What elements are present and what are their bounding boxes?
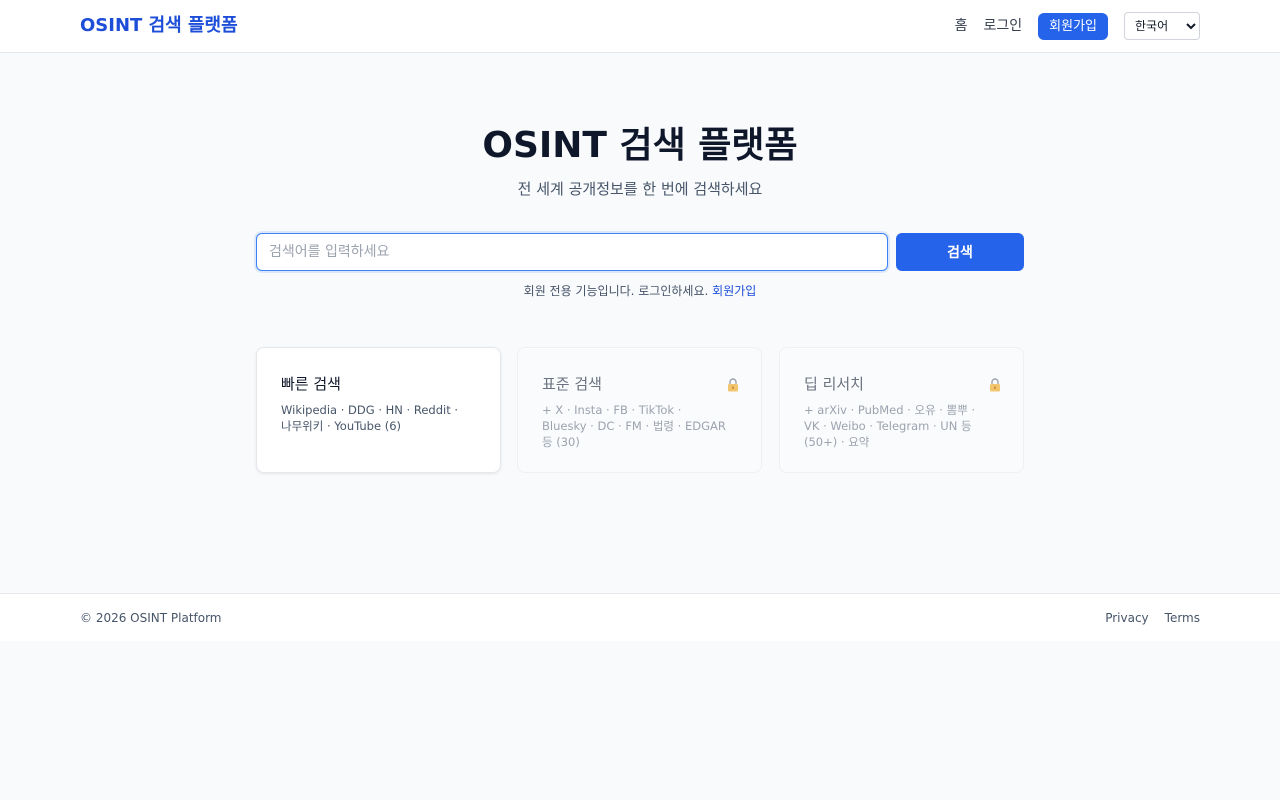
page-footer: © 2026 OSINT Platform Privacy Terms xyxy=(0,593,1280,641)
top-nav: 홈 로그인 회원가입 한국어 xyxy=(955,12,1200,40)
notice-text: 회원 전용 기능입니다. 로그인하세요. xyxy=(523,284,709,298)
copyright-text: © 2026 OSINT Platform xyxy=(80,611,222,625)
footer-links: Privacy Terms xyxy=(1089,609,1200,627)
card-quick-search[interactable]: 빠른 검색 Wikipedia · DDG · HN · Reddit · 나무… xyxy=(256,347,501,473)
lock-icon xyxy=(990,378,1000,392)
card-title: 딥 리서치 xyxy=(804,375,864,393)
nav-home-link[interactable]: 홈 xyxy=(955,12,968,40)
notice-signup-link[interactable]: 회원가입 xyxy=(712,284,756,298)
page-subtitle: 전 세계 공개정보를 한 번에 검색하세요 xyxy=(517,180,763,198)
card-title: 표준 검색 xyxy=(542,375,602,393)
nav-login-link[interactable]: 로그인 xyxy=(984,12,1023,40)
card-description: + arXiv · PubMed · 오유 · 뽐뿌 · VK · Weibo … xyxy=(804,403,976,449)
search-input[interactable] xyxy=(256,233,888,271)
card-standard-search[interactable]: 표준 검색 + X · Insta · FB · TikTok · Bluesk… xyxy=(517,347,762,473)
card-description: + X · Insta · FB · TikTok · Bluesky · DC… xyxy=(542,403,726,449)
card-title: 빠른 검색 xyxy=(281,375,341,393)
language-select[interactable]: 한국어 xyxy=(1124,12,1200,40)
terms-link[interactable]: Terms xyxy=(1165,609,1200,627)
search-button[interactable]: 검색 xyxy=(896,233,1024,271)
card-description: Wikipedia · DDG · HN · Reddit · 나무위키 · Y… xyxy=(281,403,459,433)
logo-link[interactable]: OSINT 검색 플랫폼 xyxy=(80,14,238,38)
signup-button[interactable]: 회원가입 xyxy=(1038,12,1108,40)
page-title: OSINT 검색 플랫폼 xyxy=(482,125,798,166)
members-only-notice: 회원 전용 기능입니다. 로그인하세요. 회원가입 xyxy=(0,282,1280,300)
lock-icon xyxy=(728,378,738,392)
privacy-link[interactable]: Privacy xyxy=(1105,609,1148,627)
top-header: OSINT 검색 플랫폼 홈 로그인 회원가입 한국어 xyxy=(0,0,1280,53)
card-deep-research[interactable]: 딥 리서치 + arXiv · PubMed · 오유 · 뽐뿌 · VK · … xyxy=(779,347,1024,473)
